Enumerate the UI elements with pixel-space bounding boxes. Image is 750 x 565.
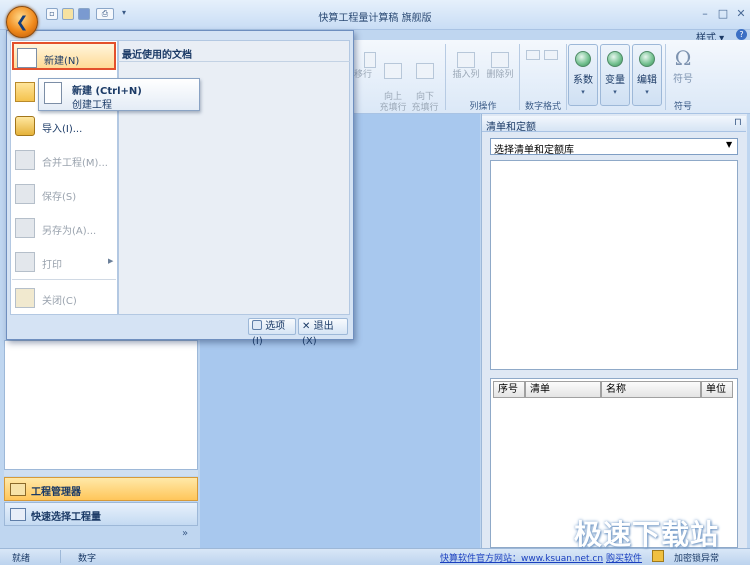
print-icon[interactable]: ⎙ [96, 8, 114, 20]
library-tree[interactable] [490, 160, 738, 370]
menu-separator [12, 279, 116, 280]
fill-up-button[interactable]: 向上 充填行 [378, 52, 408, 114]
menu-item-import[interactable]: 导入(I)... [12, 112, 116, 140]
column-header-name[interactable]: 名称 [601, 381, 701, 398]
menu-item-save-as[interactable]: 另存为(A)... [12, 214, 116, 242]
nav-project-manager-label: 工程管理器 [31, 487, 81, 498]
print-icon [15, 252, 35, 272]
pane-splitter[interactable] [4, 470, 198, 476]
column-header-unit[interactable]: 单位 [701, 381, 733, 398]
minimize-button[interactable]: – [698, 7, 712, 21]
delete-column-icon [491, 52, 509, 68]
close-folder-icon [15, 288, 35, 308]
number-format-icon[interactable] [544, 50, 558, 60]
new-document-icon [17, 48, 37, 68]
chevron-down-icon: ▾ [581, 88, 585, 96]
pin-icon[interactable]: ⊓ [734, 117, 742, 128]
column-header-index[interactable]: 序号 [493, 381, 525, 398]
omega-icon: Ω [674, 46, 692, 70]
fill-down-icon [416, 63, 434, 79]
close-button[interactable]: ✕ [734, 7, 748, 21]
menu-item-print[interactable]: 打印 [12, 248, 116, 276]
exit-icon: ✕ [302, 321, 311, 332]
number-format-icon[interactable] [526, 50, 540, 60]
chevron-down-icon: ▾ [613, 88, 617, 96]
fill-up-icon [384, 63, 402, 79]
ribbon-separator [445, 44, 446, 110]
navigation-pane [4, 340, 198, 470]
edit-icon [639, 51, 655, 67]
new-document-icon [44, 82, 62, 104]
options-icon [252, 320, 262, 330]
tooltip-description: 创建工程 [72, 100, 112, 111]
merge-project-icon [15, 150, 35, 170]
open-folder-icon [15, 82, 35, 102]
variable-icon [607, 51, 623, 67]
nav-quick-select[interactable]: 快速选择工程量 [4, 502, 198, 526]
insert-column-button[interactable]: 插入列 [450, 52, 482, 81]
menu-item-close[interactable]: 关闭(C) [12, 284, 116, 312]
column-header-list[interactable]: 清单 [525, 381, 601, 398]
ribbon-separator [566, 44, 567, 110]
status-num: 数字 [78, 554, 97, 564]
ribbon-separator [665, 44, 666, 110]
help-icon[interactable]: ? [736, 29, 747, 40]
nav-more-button[interactable]: » [182, 528, 188, 539]
options-button[interactable]: 选项(I) [248, 318, 296, 347]
group-label-num-format: 数字格式 [524, 102, 561, 112]
exit-button[interactable]: ✕ 退出(X) [298, 318, 348, 347]
chevron-right-icon: ▶ [108, 257, 114, 265]
nav-quick-select-label: 快速选择工程量 [31, 512, 101, 523]
delete-column-button[interactable]: 删除列 [484, 52, 516, 81]
edit-button[interactable]: 编辑 ▾ [632, 44, 662, 106]
nav-project-manager[interactable]: 工程管理器 [4, 477, 198, 501]
group-label-col-ops: 列操作 [469, 102, 497, 112]
grid-icon [10, 508, 26, 521]
database-import-icon [15, 116, 35, 136]
symbol-button[interactable]: Ω 符号 [668, 46, 698, 85]
insert-column-icon [457, 52, 475, 68]
status-divider [60, 550, 61, 563]
chevron-down-icon: ▾ [645, 88, 649, 96]
menu-item-save[interactable]: 保存(S) [12, 180, 116, 208]
coefficient-icon [575, 51, 591, 67]
panel-title: 清单和定额 [486, 122, 536, 133]
watermark: 极速下载站 [574, 518, 720, 551]
open-folder-icon[interactable] [62, 8, 74, 20]
chevron-down-icon[interactable]: ▼ [726, 140, 732, 149]
tooltip-title: 新建 (Ctrl+N) [72, 86, 142, 97]
menu-item-merge[interactable]: 合并工程(M)... [12, 146, 116, 174]
move-row-button[interactable]: 移行 [352, 52, 376, 81]
folder-icon [10, 483, 26, 496]
app-logo-icon: ❮ [15, 13, 29, 31]
save-icon [15, 184, 35, 204]
quick-access-dropdown-icon[interactable]: ▾ [122, 8, 126, 17]
save-icon[interactable] [78, 8, 90, 20]
coefficient-button[interactable]: 系数 ▾ [568, 44, 598, 106]
fill-down-button[interactable]: 向下 充填行 [410, 52, 440, 114]
recent-documents-label: 最近使用的文档 [122, 50, 192, 61]
status-ready: 就绪 [12, 554, 31, 564]
menu-item-new[interactable]: 新建(N) [12, 42, 116, 70]
library-select-value: 选择清单和定额库 [494, 145, 574, 156]
move-row-icon [364, 52, 376, 68]
table-header: 序号 清单 名称 单位 [493, 381, 733, 398]
new-file-icon[interactable]: ▫ [46, 8, 58, 20]
variable-button[interactable]: 变量 ▾ [600, 44, 630, 106]
application-menu-button[interactable]: ❮ [6, 6, 38, 38]
group-label-symbol: 符号 [673, 102, 692, 112]
save-as-icon [15, 218, 35, 238]
maximize-button[interactable]: □ [716, 7, 730, 21]
